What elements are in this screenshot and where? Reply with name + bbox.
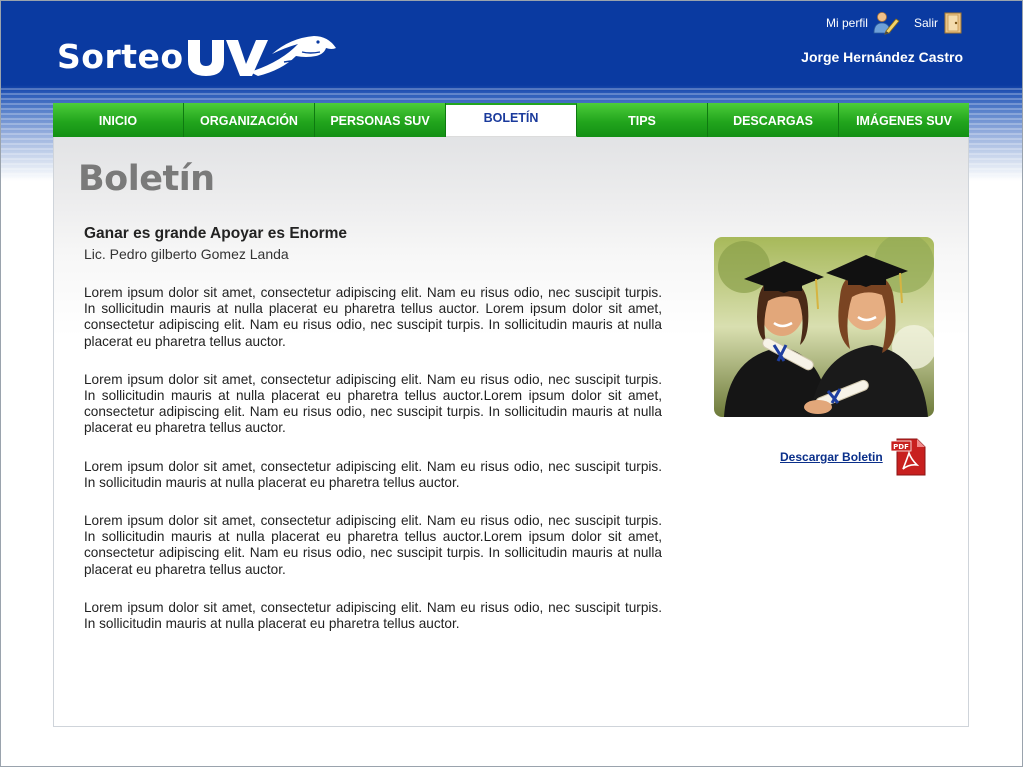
profile-label: Mi perfil <box>825 16 868 30</box>
article-paragraph: Lorem ipsum dolor sit amet, consectetur … <box>84 371 662 436</box>
article: Ganar es grande Apoyar es Enorme Lic. Pe… <box>84 225 662 632</box>
pdf-icon-text: PDF <box>893 443 909 451</box>
article-paragraph: Lorem ipsum dolor sit amet, consectetur … <box>84 513 662 577</box>
app-window: Sorteo Mi perfil Salir Jorge Hernández C… <box>0 0 1023 767</box>
nav-item-inicio[interactable]: INICIO <box>53 103 184 137</box>
nav-item-tips[interactable]: TIPS <box>577 103 708 137</box>
door-icon <box>944 12 962 34</box>
download-boletin: Descargar Boletin PDF <box>780 437 929 477</box>
logo[interactable]: Sorteo <box>57 34 336 78</box>
eagle-uv-logo-icon <box>187 36 336 76</box>
page-title: Boletín <box>78 159 215 199</box>
main-nav: INICIO ORGANIZACIÓN PERSONAS SUV BOLETÍN… <box>53 103 969 137</box>
article-paragraph: Lorem ipsum dolor sit amet, consectetur … <box>84 458 662 490</box>
article-author: Lic. Pedro gilberto Gomez Landa <box>84 246 289 262</box>
nav-item-boletin[interactable]: BOLETÍN <box>446 103 577 137</box>
download-boletin-link[interactable]: Descargar Boletin <box>780 450 883 464</box>
nav-item-organizacion[interactable]: ORGANIZACIÓN <box>184 103 315 137</box>
logout-link[interactable]: Salir <box>914 11 964 35</box>
article-paragraph: Lorem ipsum dolor sit amet, consectetur … <box>84 285 662 349</box>
content-panel: Boletín Ganar es grande Apoyar es Enorme… <box>53 137 969 727</box>
graduates-photo <box>714 237 934 417</box>
article-title: Ganar es grande Apoyar es Enorme <box>84 225 348 242</box>
user-pencil-icon <box>873 12 900 35</box>
logo-text: Sorteo <box>57 36 184 76</box>
logout-label: Salir <box>913 16 938 30</box>
nav-item-personas-suv[interactable]: PERSONAS SUV <box>315 103 446 137</box>
top-links: Mi perfil Salir <box>826 11 964 35</box>
nav-item-imagenes-suv[interactable]: IMÁGENES SUV <box>839 103 969 137</box>
user-name: Jorge Hernández Castro <box>801 49 963 65</box>
profile-link[interactable]: Mi perfil <box>826 11 900 35</box>
graduates-photo-illustration <box>714 237 934 417</box>
pdf-icon[interactable]: PDF <box>890 437 929 477</box>
article-paragraph: Lorem ipsum dolor sit amet, consectetur … <box>84 599 662 632</box>
nav-item-descargas[interactable]: DESCARGAS <box>708 103 839 137</box>
